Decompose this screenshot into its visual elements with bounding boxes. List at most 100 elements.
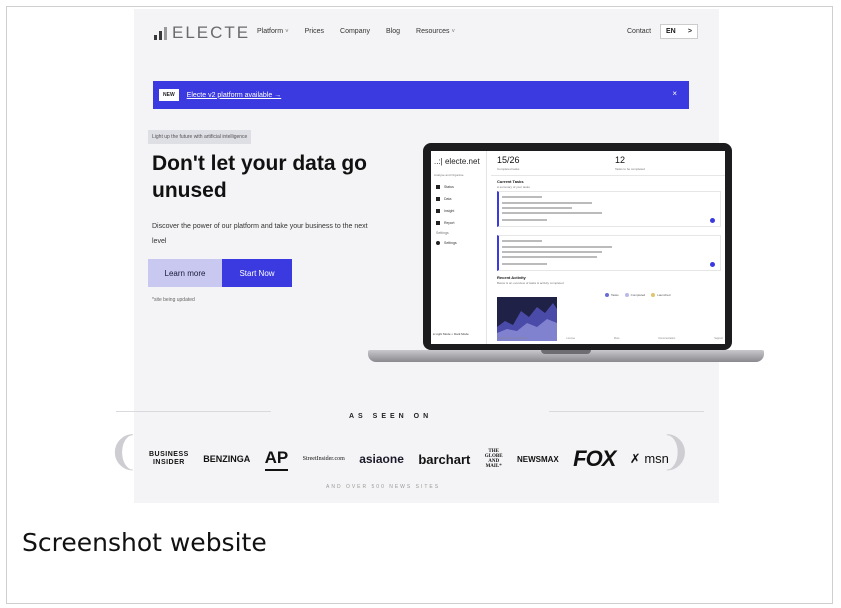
activity-subtitle: Below is an overview of tasks & activity… [497, 281, 564, 285]
close-icon[interactable]: × [672, 89, 677, 98]
legend-item: Launched [651, 293, 671, 298]
text-line [502, 256, 597, 258]
fox-logo: FOX [573, 446, 616, 471]
press-logos: BUSINESS INSIDER BENZINGA AP StreetInside… [149, 439, 669, 479]
newsmax-logo: NEWSMAX [516, 454, 559, 464]
legend-item: Tasks [605, 293, 619, 298]
legend-label: Launched [657, 293, 671, 297]
laptop-groove [541, 350, 591, 354]
streetinsider-logo: StreetInsider.com [302, 456, 345, 462]
dashboard-sidebar: ..:| electe.net Analyse and Organise Sta… [431, 151, 487, 344]
text-line [502, 240, 542, 242]
nav-links: Platform ˅ Prices Company Blog Resources ˅ [257, 28, 455, 35]
business-insider-logo: BUSINESS INSIDER [149, 451, 189, 467]
logo-text: BUSINESS [149, 451, 189, 458]
nav-link-contact[interactable]: Contact [627, 28, 651, 35]
sun-icon: ● [433, 332, 435, 336]
dashboard-main: 15/26 Completed tasks 12 Tasks to be com… [491, 151, 725, 344]
logo-bar-icon [159, 31, 162, 40]
dark-mode-label: Dark Mode [454, 332, 469, 336]
footer-link: License [566, 337, 575, 340]
language-selector[interactable]: EN > [660, 24, 698, 39]
data-icon [436, 197, 440, 201]
nav-link-label: Blog [386, 28, 401, 35]
dashboard-menu-item: Report [436, 217, 457, 229]
text-line [502, 263, 547, 265]
text-line [502, 212, 602, 214]
nav-link-blog[interactable]: Blog [386, 28, 400, 35]
nav-link-label: Prices [304, 28, 325, 35]
stat-completed-value: 15/26 [497, 155, 520, 165]
globe-and-mail-logo: THE GLOBE AND MAIL* [485, 449, 503, 469]
ap-logo: AP [264, 448, 289, 471]
logo-bar-icon [164, 27, 167, 40]
dashboard-screenshot: ..:| electe.net Analyse and Organise Sta… [431, 151, 725, 344]
dashboard-logo: ..:| electe.net [434, 157, 480, 166]
insight-icon [436, 209, 440, 213]
learn-more-button[interactable]: Learn more [148, 259, 222, 287]
electe-logo[interactable]: ELECTE [154, 23, 251, 42]
area-chart-graphic [497, 303, 557, 341]
gear-icon [436, 241, 440, 245]
nav-link-resources[interactable]: Resources ˅ [416, 28, 455, 35]
menu-label: Insight [444, 209, 455, 213]
logo-text: MAIL* [485, 464, 502, 469]
menu-label: Status [444, 185, 454, 189]
more-news-sites: AND OVER 500 NEWS SITES [326, 484, 441, 490]
as-seen-on-title: AS SEEN ON [349, 413, 433, 420]
divider [491, 175, 725, 176]
dashboard-menu-item: Settings [436, 237, 457, 249]
banner-link[interactable]: Electe v2 platform available → [187, 92, 282, 99]
nav-link-platform[interactable]: Platform ˅ [257, 28, 289, 35]
logo-text: msn [644, 451, 669, 466]
menu-label: Settings [444, 241, 457, 245]
status-icon [436, 185, 440, 189]
footer-link: More [613, 337, 620, 340]
tasks-title: Current Tasks [497, 179, 524, 184]
dashboard-menu-item: Insight [436, 205, 457, 217]
nav-link-label: Resources [416, 28, 450, 35]
nav-link-company[interactable]: Company [340, 28, 370, 35]
divider [116, 411, 271, 412]
text-line [502, 251, 602, 253]
hero-description: Discover the power of our platform and t… [152, 223, 368, 245]
task-card [497, 191, 721, 227]
stat-completed-label: Completed tasks [497, 167, 520, 171]
footer-copyright: © 2024 electe, made with ♥ [497, 337, 528, 340]
new-badge: NEW [159, 89, 179, 101]
stat-remaining-value: 12 [615, 155, 626, 165]
light-mode-label: Light Mode [435, 332, 451, 336]
dashboard-subtitle: Analyse and Organise [434, 173, 464, 177]
dashboard-footer: © 2024 electe, made with ♥ License More … [497, 337, 723, 340]
logo-text: ELECTE [172, 23, 251, 42]
stat-remaining-label: Tasks to be completed [615, 167, 645, 171]
language-label: EN [666, 28, 676, 35]
legend-dot-icon [605, 293, 609, 298]
hero-tagline: Light up the future with artificial inte… [148, 130, 252, 144]
footer-link: Documentation [658, 337, 676, 340]
site-update-note: *site being updated [152, 297, 195, 303]
dashboard-menu-item: Status [436, 181, 457, 193]
text-line [502, 246, 612, 248]
activity-title: Recent Activity [497, 275, 526, 280]
msn-logo: ✗ msn [630, 451, 669, 467]
chevron-down-icon: ˅ [285, 29, 289, 35]
legend-label: Tasks [611, 293, 619, 297]
caption: Screenshot website [22, 528, 267, 557]
theme-toggle: ● Light Mode ◐ Dark Mode [433, 332, 469, 336]
activity-chart [497, 297, 557, 341]
announcement-banner: NEW Electe v2 platform available → × [153, 81, 689, 109]
nav-link-label: Company [340, 28, 370, 35]
logo-bar-icon [154, 35, 157, 40]
legend-item: Completed [624, 293, 645, 298]
moon-icon: ◐ [451, 332, 454, 336]
chart-legend: Tasks Completed Launched [605, 293, 671, 298]
laurel-left-icon: ❨ [107, 430, 141, 474]
start-now-button[interactable]: Start Now [222, 259, 292, 287]
avatar [710, 218, 715, 223]
text-line [502, 202, 592, 204]
text-line [502, 219, 547, 221]
nav-link-label: Platform [257, 28, 284, 35]
barchart-logo: barchart [418, 451, 471, 467]
nav-link-prices[interactable]: Prices [305, 28, 324, 35]
